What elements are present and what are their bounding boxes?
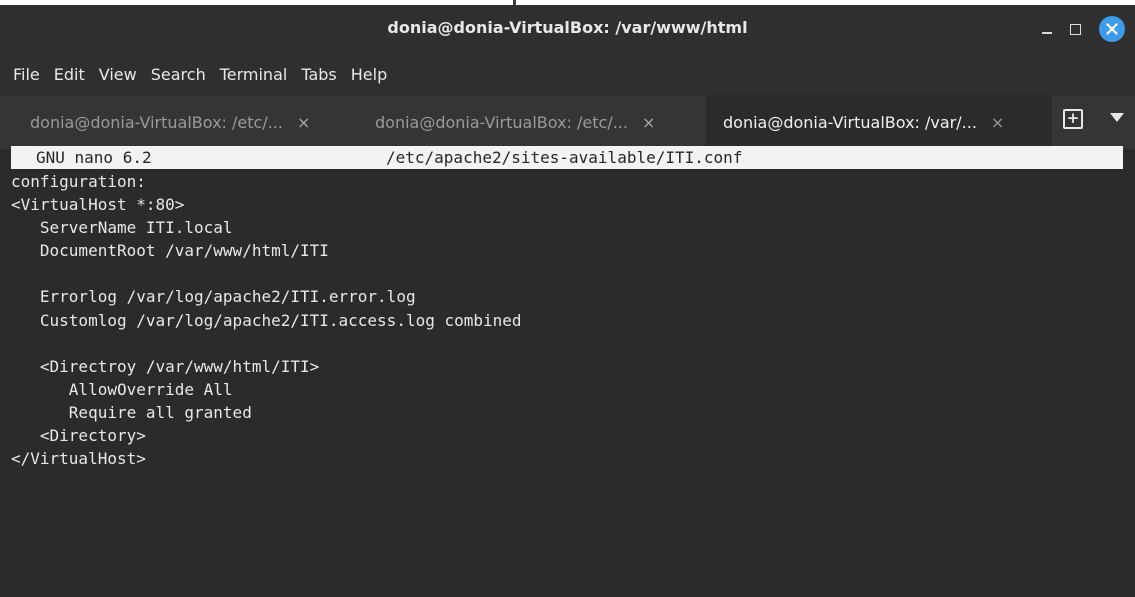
tab-close-icon[interactable]: ×: [991, 113, 1004, 132]
close-icon: [1106, 23, 1118, 35]
nano-header-bar: GNU nano 6.2 /etc/apache2/sites-availabl…: [11, 146, 1123, 169]
title-bar[interactable]: donia@donia-VirtualBox: /var/www/html: [0, 5, 1135, 53]
tab-bar: donia@donia-VirtualBox: /etc/... × donia…: [0, 95, 1135, 149]
window-title: donia@donia-VirtualBox: /var/www/html: [387, 18, 748, 37]
tab-close-icon[interactable]: ×: [642, 113, 655, 132]
menu-edit[interactable]: Edit: [47, 65, 92, 84]
terminal-window: donia@donia-VirtualBox: /var/www/html Fi…: [0, 5, 1135, 597]
editor-line: </VirtualHost>: [11, 449, 146, 469]
close-button[interactable]: [1099, 16, 1125, 42]
menu-file[interactable]: File: [0, 65, 47, 84]
menu-help[interactable]: Help: [344, 65, 394, 84]
tab-etc-2[interactable]: donia@donia-VirtualBox: /etc/... ×: [363, 95, 706, 149]
editor-line: Require all granted: [11, 402, 252, 422]
menu-tabs[interactable]: Tabs: [294, 65, 343, 84]
editor-text-area[interactable]: configuration: <VirtualHost *:80> Server…: [11, 170, 1123, 470]
tab-label: donia@donia-VirtualBox: /etc/...: [30, 112, 283, 132]
new-tab-icon[interactable]: +: [1063, 109, 1083, 129]
tab-label: donia@donia-VirtualBox: /etc/...: [375, 112, 628, 132]
tab-etc-1[interactable]: donia@donia-VirtualBox: /etc/... ×: [18, 95, 363, 149]
maximize-icon: [1069, 23, 1081, 35]
editor-line: <Directory>: [11, 426, 146, 446]
editor-line: <Directroy /var/www/html/ITI>: [11, 356, 320, 376]
menu-search[interactable]: Search: [144, 65, 213, 84]
tab-var-active[interactable]: donia@donia-VirtualBox: /var/... ×: [706, 95, 1052, 149]
minimize-icon: [1042, 32, 1052, 34]
editor-line: ServerName ITI.local: [11, 218, 233, 238]
tab-close-icon[interactable]: ×: [297, 113, 310, 132]
menu-terminal[interactable]: Terminal: [213, 65, 295, 84]
editor-line: AllowOverride All: [11, 379, 233, 399]
menu-view[interactable]: View: [92, 65, 144, 84]
editor-line: DocumentRoot /var/www/html/ITI: [11, 241, 329, 261]
editor-line: Customlog /var/log/apache2/ITI.access.lo…: [11, 310, 522, 330]
tab-list-dropdown-icon[interactable]: [1110, 113, 1124, 122]
menu-bar: File Edit View Search Terminal Tabs Help: [0, 53, 1135, 95]
editor-line: Errorlog /var/log/apache2/ITI.error.log: [11, 287, 416, 307]
editor-line: configuration:: [11, 172, 146, 191]
minimize-button[interactable]: [1035, 17, 1059, 41]
maximize-button[interactable]: [1063, 17, 1087, 41]
tab-label: donia@donia-VirtualBox: /var/...: [723, 112, 977, 132]
nano-version: GNU nano 6.2: [36, 148, 152, 167]
editor-line: <VirtualHost *:80>: [11, 195, 185, 215]
nano-filename: /etc/apache2/sites-available/ITI.conf: [386, 148, 743, 167]
